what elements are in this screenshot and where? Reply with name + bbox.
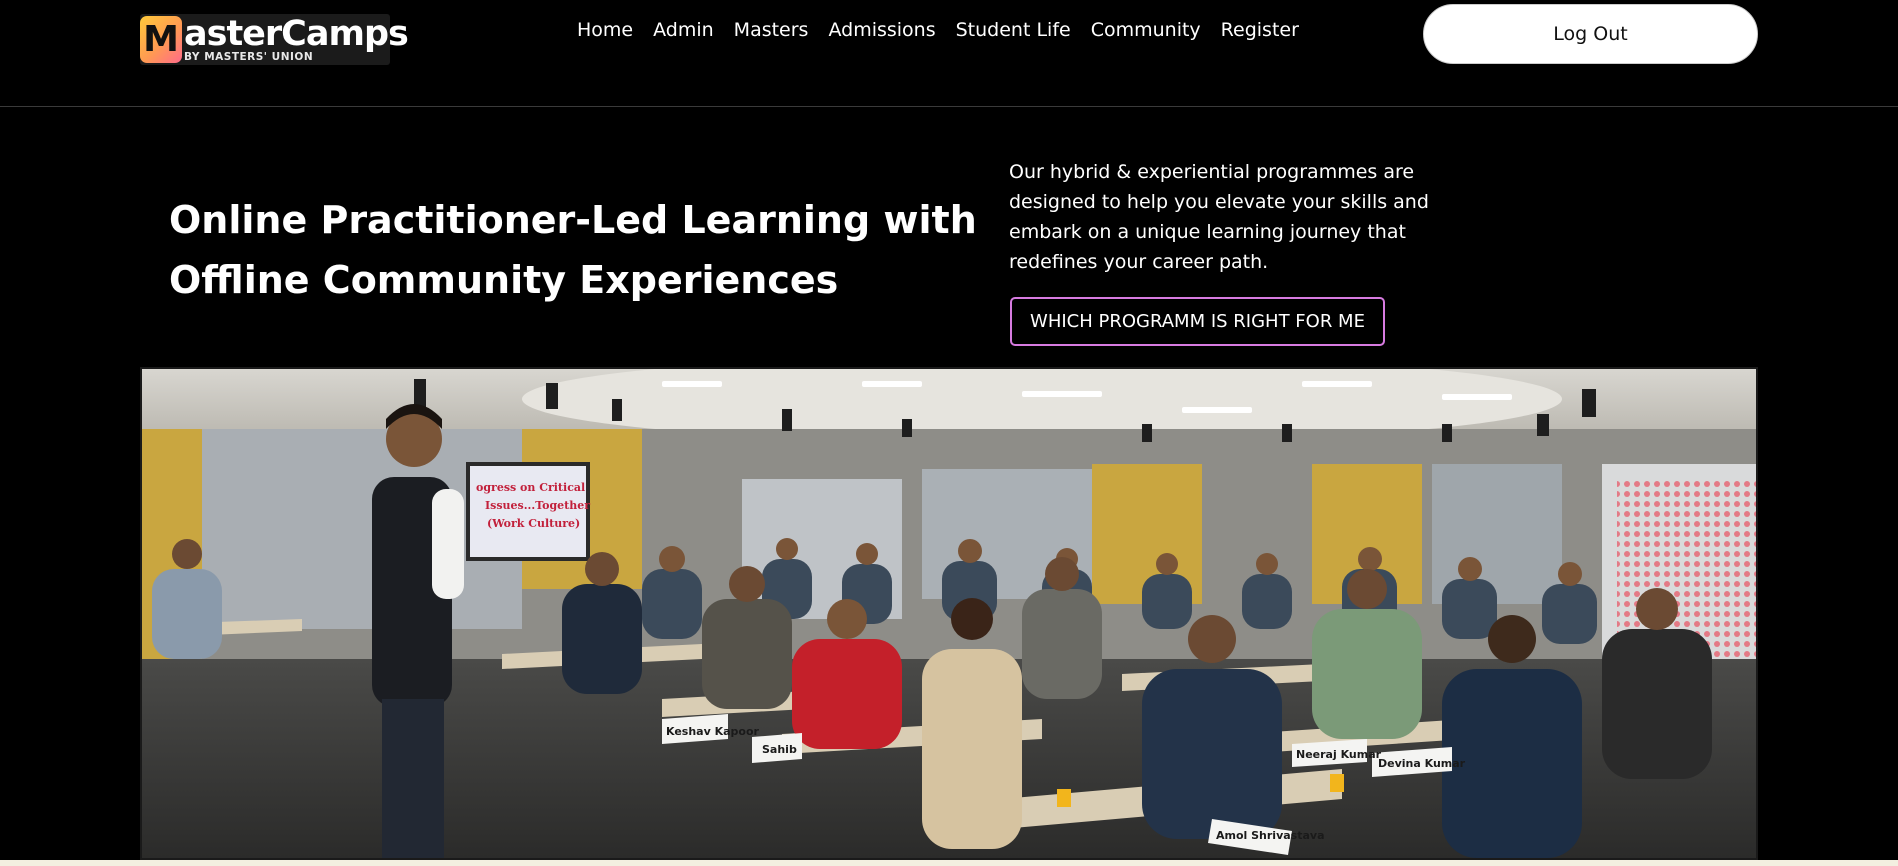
classroom-illustration: ogress on Critical Issues...Together (Wo…	[142, 369, 1756, 858]
section-divider	[0, 860, 1898, 866]
logout-button[interactable]: Log Out	[1423, 4, 1758, 64]
logo-mark: M	[140, 16, 182, 63]
classroom-hero-image: ogress on Critical Issues...Together (Wo…	[140, 367, 1758, 860]
nav-admissions[interactable]: Admissions	[828, 18, 935, 42]
nav-home[interactable]: Home	[577, 18, 633, 42]
name-card-5: Amol Shrivastava	[1216, 829, 1325, 842]
nav-community[interactable]: Community	[1091, 18, 1201, 42]
site-header: M asterCamps BY MASTERS' UNION Home Admi…	[0, 0, 1898, 107]
nav-admin[interactable]: Admin	[653, 18, 714, 42]
screen-text-3: (Work Culture)	[487, 517, 580, 530]
hero-title-line-1: Online Practitioner-Led Learning with	[169, 198, 977, 242]
screen-text-1: ogress on Critical	[476, 481, 585, 494]
nav-student-life[interactable]: Student Life	[956, 18, 1071, 42]
name-card-4: Neeraj Kumar	[1296, 748, 1382, 761]
name-card-3: Devina Kumar	[1378, 757, 1466, 770]
hero-description: Our hybrid & experiential programmes are…	[1009, 161, 1429, 273]
name-card-1: Keshav Kapoor	[666, 725, 760, 738]
name-card-2: Sahib	[762, 743, 797, 756]
nav-masters[interactable]: Masters	[734, 18, 809, 42]
main-nav: Home Admin Masters Admissions Student Li…	[577, 18, 1299, 42]
nav-register[interactable]: Register	[1221, 18, 1299, 42]
hero-title: Online Practitioner-Led Learning with Of…	[169, 190, 989, 310]
logo-wordmark: asterCamps	[184, 14, 409, 54]
screen-text-2: Issues...Together	[485, 499, 590, 512]
mastercamps-logo[interactable]: M asterCamps BY MASTERS' UNION	[140, 14, 409, 65]
program-finder-button[interactable]: WHICH PROGRAMM IS RIGHT FOR ME	[1010, 297, 1385, 346]
logo-subtitle: BY MASTERS' UNION	[184, 51, 314, 63]
hero-title-line-2: Offline Community Experiences	[169, 258, 839, 302]
